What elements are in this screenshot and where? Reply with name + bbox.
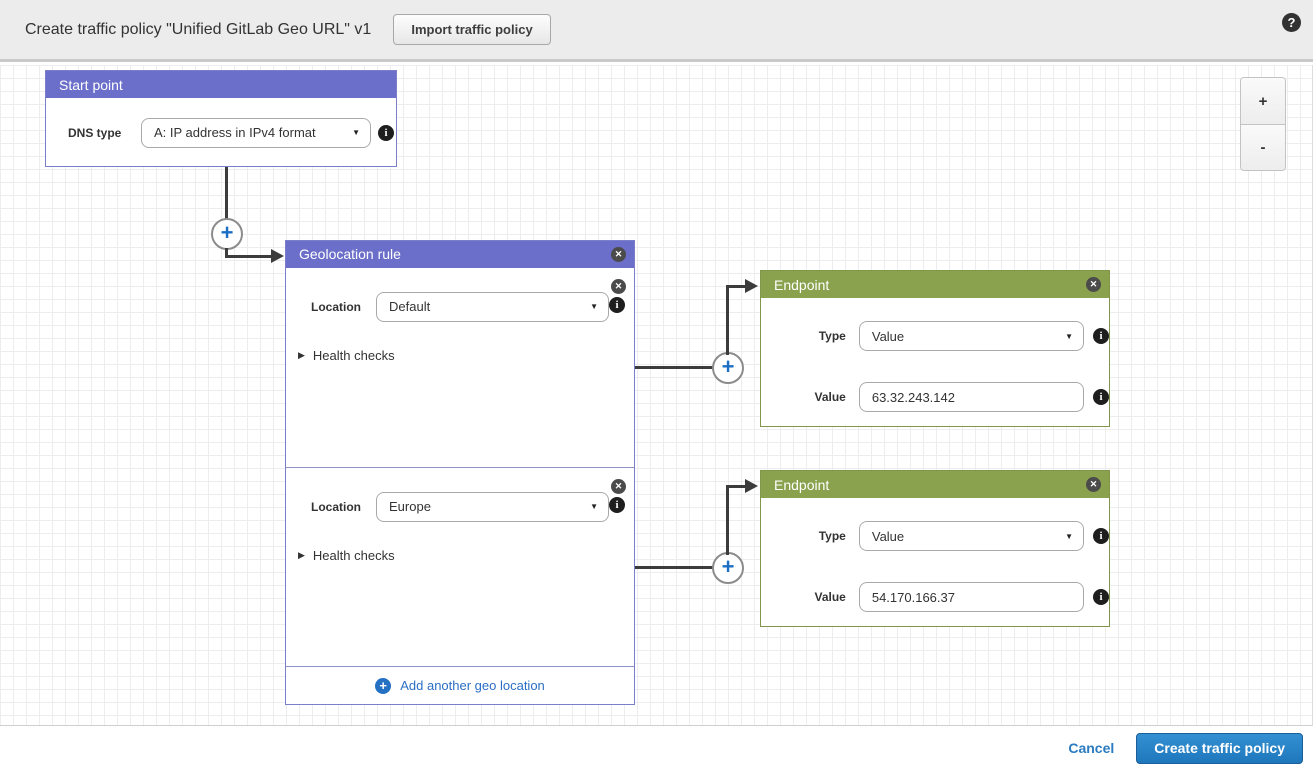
geo-section-close-icon[interactable]: ✕ — [611, 479, 626, 494]
endpoint-type-dropdown[interactable]: Value ▼ — [859, 521, 1084, 551]
health-checks-label: Health checks — [313, 348, 395, 363]
connector-start-horizontal — [225, 255, 273, 258]
endpoint-value-row: Value i — [761, 582, 1109, 612]
dns-type-value: A: IP address in IPv4 format — [154, 125, 346, 140]
endpoint-type-label: Type — [791, 329, 846, 343]
page-title: Create traffic policy "Unified GitLab Ge… — [25, 21, 371, 39]
geo-location-section-europe: ✕ i Location Europe ▼ ▶ Health checks — [286, 467, 634, 667]
geo-section-info-icon[interactable]: i — [609, 297, 625, 313]
endpoint-type-value: Value — [872, 529, 1059, 544]
endpoint-value-input[interactable] — [859, 382, 1084, 412]
chevron-down-icon: ▼ — [590, 302, 598, 311]
endpoint-close-icon[interactable]: ✕ — [1086, 277, 1101, 292]
endpoint-value-row: Value i — [761, 382, 1109, 412]
endpoint-type-row: Type Value ▼ i — [761, 321, 1109, 351]
chevron-down-icon: ▼ — [1065, 332, 1073, 341]
geolocation-rule-close-icon[interactable]: ✕ — [611, 247, 626, 262]
chevron-down-icon: ▼ — [1065, 532, 1073, 541]
endpoint-header: Endpoint ✕ — [761, 471, 1109, 498]
help-icon[interactable]: ? — [1282, 13, 1301, 32]
endpoint-type-row: Type Value ▼ i — [761, 521, 1109, 551]
zoom-in-button[interactable]: + — [1241, 78, 1285, 124]
chevron-down-icon: ▼ — [590, 502, 598, 511]
endpoint-header: Endpoint ✕ — [761, 271, 1109, 298]
traffic-policy-editor: Create traffic policy "Unified GitLab Ge… — [0, 0, 1313, 770]
dns-type-info-icon[interactable]: i — [378, 125, 394, 141]
connector-ep1-corner — [726, 285, 747, 288]
geolocation-rule-node: Geolocation rule ✕ ✕ i Location Default … — [285, 240, 635, 705]
endpoint-value-label: Value — [791, 390, 846, 404]
add-geo-location-link[interactable]: + Add another geo location — [286, 666, 634, 704]
connector-add-rule-button[interactable]: + — [211, 218, 243, 250]
create-traffic-policy-button[interactable]: Create traffic policy — [1136, 733, 1303, 764]
connector-ep2-corner — [726, 485, 747, 488]
connector-add-endpoint-button[interactable]: + — [712, 552, 744, 584]
geolocation-rule-title: Geolocation rule — [299, 246, 401, 262]
cancel-button[interactable]: Cancel — [1068, 740, 1114, 756]
endpoint-type-label: Type — [791, 529, 846, 543]
arrow-into-endpoint2-icon — [745, 479, 758, 493]
connector-ep2-vertical — [726, 485, 729, 555]
endpoint-type-info-icon[interactable]: i — [1093, 328, 1109, 344]
dns-type-dropdown[interactable]: A: IP address in IPv4 format ▼ — [141, 118, 371, 148]
location-value: Default — [389, 299, 584, 314]
add-geo-location-label: Add another geo location — [400, 678, 545, 693]
chevron-down-icon: ▼ — [352, 128, 360, 137]
endpoint-title: Endpoint — [774, 277, 829, 293]
connector-ep2-horizontal — [635, 566, 713, 569]
endpoint-value-info-icon[interactable]: i — [1093, 589, 1109, 605]
endpoint-type-value: Value — [872, 329, 1059, 344]
start-point-header: Start point — [46, 71, 396, 98]
location-label: Location — [311, 500, 366, 514]
endpoint-title: Endpoint — [774, 477, 829, 493]
plus-circle-icon: + — [375, 678, 391, 694]
top-bar: Create traffic policy "Unified GitLab Ge… — [0, 0, 1313, 62]
location-value: Europe — [389, 499, 584, 514]
zoom-out-button[interactable]: - — [1241, 124, 1285, 170]
connector-ep1-vertical — [726, 285, 729, 355]
arrow-into-endpoint1-icon — [745, 279, 758, 293]
location-row: Location Europe ▼ — [286, 492, 634, 522]
collapsed-caret-icon: ▶ — [298, 350, 305, 361]
policy-canvas: + - Start point DNS type A: IP address i… — [0, 65, 1313, 726]
location-row: Location Default ▼ — [286, 292, 634, 322]
endpoint-type-info-icon[interactable]: i — [1093, 528, 1109, 544]
import-traffic-policy-button[interactable]: Import traffic policy — [393, 14, 550, 45]
zoom-controls: + - — [1240, 77, 1286, 171]
location-dropdown[interactable]: Europe ▼ — [376, 492, 609, 522]
geolocation-rule-header: Geolocation rule ✕ — [286, 241, 634, 268]
endpoint-node-1: Endpoint ✕ Type Value ▼ i Value i — [760, 270, 1110, 427]
dns-type-row: DNS type A: IP address in IPv4 format ▼ … — [46, 98, 396, 167]
dns-type-label: DNS type — [68, 126, 126, 140]
footer-bar: Cancel Create traffic policy — [0, 726, 1313, 770]
endpoint-node-2: Endpoint ✕ Type Value ▼ i Value i — [760, 470, 1110, 627]
connector-add-endpoint-button[interactable]: + — [712, 352, 744, 384]
geo-location-section-default: ✕ i Location Default ▼ ▶ Health checks — [286, 268, 634, 467]
endpoint-value-input[interactable] — [859, 582, 1084, 612]
endpoint-close-icon[interactable]: ✕ — [1086, 477, 1101, 492]
geo-section-close-icon[interactable]: ✕ — [611, 279, 626, 294]
health-checks-toggle[interactable]: ▶ Health checks — [298, 548, 634, 563]
location-dropdown[interactable]: Default ▼ — [376, 292, 609, 322]
endpoint-value-info-icon[interactable]: i — [1093, 389, 1109, 405]
health-checks-toggle[interactable]: ▶ Health checks — [298, 348, 634, 363]
connector-ep1-horizontal — [635, 366, 713, 369]
collapsed-caret-icon: ▶ — [298, 550, 305, 561]
endpoint-type-dropdown[interactable]: Value ▼ — [859, 321, 1084, 351]
location-label: Location — [311, 300, 366, 314]
start-point-node: Start point DNS type A: IP address in IP… — [45, 70, 397, 167]
geo-section-info-icon[interactable]: i — [609, 497, 625, 513]
arrow-into-geolocation-icon — [271, 249, 284, 263]
connector-start-vertical — [225, 167, 228, 220]
health-checks-label: Health checks — [313, 548, 395, 563]
endpoint-value-label: Value — [791, 590, 846, 604]
